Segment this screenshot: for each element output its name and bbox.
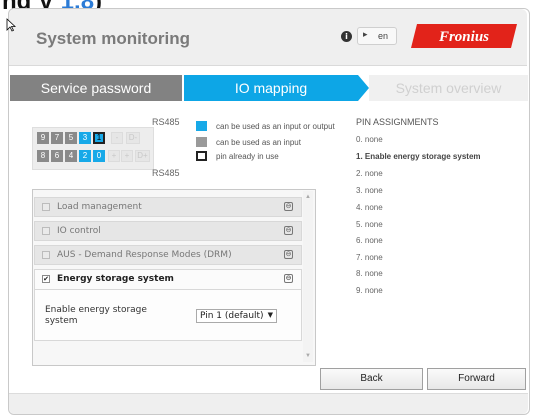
- pin-assignment-5: 5. none: [356, 220, 383, 229]
- ess-pin-select[interactable]: Pin 1 (default) ▼: [196, 309, 277, 323]
- pin-8: 8: [37, 150, 49, 162]
- pin-assignment-4: 4. none: [356, 203, 383, 212]
- step-system-overview[interactable]: System overview: [369, 75, 528, 101]
- scroll-down-icon[interactable]: ▼: [305, 353, 311, 359]
- step-io-mapping[interactable]: IO mapping: [184, 75, 358, 101]
- pin-0: 0: [93, 150, 105, 162]
- pin-assignment-2: 2. none: [356, 169, 383, 178]
- pin-minus: -: [111, 132, 123, 144]
- expand-icon[interactable]: ⊖: [284, 202, 293, 211]
- fronius-logo: Fronius: [411, 24, 517, 48]
- step-arrow: [358, 75, 369, 101]
- accordion-load-management[interactable]: Load management ⊖: [34, 197, 302, 217]
- language-selector[interactable]: ▸ en: [357, 27, 397, 45]
- legend-text-used: pin already in use: [216, 152, 279, 161]
- pin-9: 9: [37, 132, 49, 144]
- back-button[interactable]: Back: [320, 368, 423, 390]
- pin-d-minus: D-: [126, 132, 140, 144]
- pin-plus-2: +: [121, 150, 133, 162]
- legend-text-input: can be used as an input: [216, 138, 301, 147]
- pin-6: 6: [51, 150, 63, 162]
- pin-3: 3: [79, 132, 91, 144]
- pin-assignment-7: 7. none: [356, 253, 383, 262]
- pin-7: 7: [51, 132, 63, 144]
- info-icon[interactable]: i: [341, 31, 352, 42]
- legend-swatch-used: [196, 151, 207, 161]
- pin-assignment-8: 8. none: [356, 269, 383, 278]
- accordion-label: IO control: [57, 226, 101, 236]
- expand-icon[interactable]: ⊖: [284, 250, 293, 259]
- pin-assignment-9: 9. none: [356, 286, 383, 295]
- accordion-label: Energy storage system: [57, 274, 174, 284]
- select-value: Pin 1 (default): [200, 311, 264, 321]
- pin-assignment-0: 0. none: [356, 135, 383, 144]
- pin-assignments-title: PIN ASSIGNMENTS: [356, 117, 439, 127]
- checkbox-io-control[interactable]: [42, 227, 50, 235]
- language-code: en: [378, 31, 389, 41]
- step-service-password[interactable]: Service password: [10, 75, 182, 101]
- forward-button[interactable]: Forward: [427, 368, 526, 390]
- rs485-bottom-label: RS485: [152, 168, 180, 178]
- checkbox-load-management[interactable]: [42, 203, 50, 211]
- page-title: System monitoring: [36, 29, 190, 48]
- pin-assignment-6: 6. none: [356, 236, 383, 245]
- expand-icon[interactable]: ⊖: [284, 226, 293, 235]
- pin-1: 1: [93, 132, 105, 144]
- panel-scrollbar[interactable]: ▲ ▼: [303, 191, 313, 362]
- checkbox-drm[interactable]: [42, 251, 50, 259]
- checkbox-energy-storage[interactable]: ✔: [42, 275, 50, 283]
- pin-assignment-3: 3. none: [356, 186, 383, 195]
- accordion-drm[interactable]: AUS - Demand Response Modes (DRM) ⊖: [34, 245, 302, 265]
- mouse-cursor-icon: [6, 18, 16, 32]
- accordion-energy-storage[interactable]: ✔ Energy storage system ⊖: [34, 269, 302, 290]
- enable-ess-label: Enable energy storage system: [45, 305, 147, 326]
- scroll-up-icon[interactable]: ▲: [305, 194, 311, 200]
- flag-icon: ▸: [363, 29, 368, 39]
- collapse-icon[interactable]: ⊖: [284, 274, 293, 283]
- pin-plus-1: +: [108, 150, 120, 162]
- pin-4: 4: [65, 150, 77, 162]
- accordion-io-control[interactable]: IO control ⊖: [34, 221, 302, 241]
- legend-text-io: can be used as an input or output: [216, 122, 335, 131]
- pin-d-plus: D+: [135, 150, 150, 162]
- pin-2: 2: [79, 150, 91, 162]
- footer-bar: [9, 393, 528, 414]
- pin-5: 5: [65, 132, 77, 144]
- accordion-label: Load management: [57, 202, 142, 212]
- legend-swatch-input: [196, 137, 207, 147]
- accordion-label: AUS - Demand Response Modes (DRM): [57, 250, 232, 260]
- pin-assignment-1: 1. Enable energy storage system: [356, 152, 481, 161]
- logo-text: Fronius: [438, 29, 489, 45]
- rs485-top-label: RS485: [152, 117, 180, 127]
- legend-swatch-io: [196, 121, 207, 131]
- pin-connector: 9 7 5 3 1 - D- 8 6 4 2 0 + + D+: [32, 127, 154, 170]
- chevron-down-icon: ▼: [267, 311, 273, 319]
